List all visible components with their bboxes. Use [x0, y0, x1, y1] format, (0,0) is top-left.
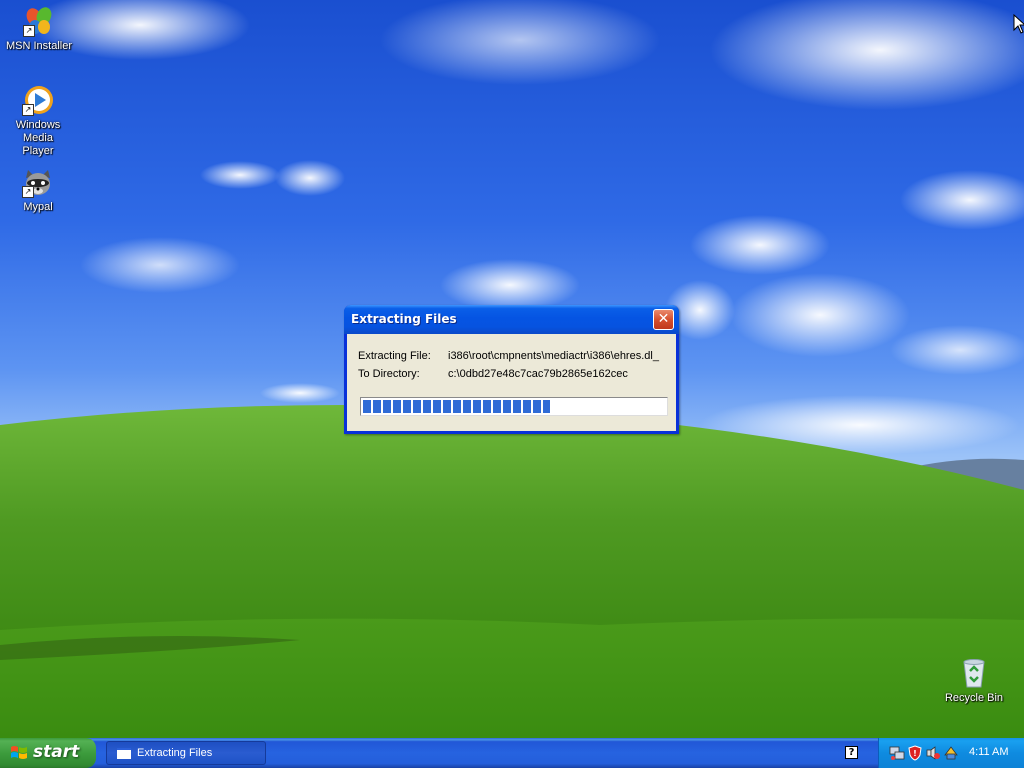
extracting-file-label: Extracting File:	[358, 350, 431, 362]
to-directory-label: To Directory:	[358, 368, 420, 380]
taskbar-button-label: Extracting Files	[137, 747, 213, 759]
start-label: start	[33, 742, 80, 762]
extraction-progress-bar	[360, 397, 668, 416]
network-icon[interactable]	[889, 745, 905, 761]
start-button[interactable]: start	[0, 738, 96, 768]
to-directory-value: c:\0dbd27e48c7cac79b2865e162cec	[448, 368, 628, 380]
msn-butterfly-icon: ↗	[23, 5, 55, 37]
taskbar: start Extracting Files ? ! 4:11 AM	[0, 738, 1024, 768]
volume-icon[interactable]	[925, 745, 941, 761]
desktop-icon-recycle-bin[interactable]: Recycle Bin	[936, 657, 1012, 705]
window-icon	[117, 748, 131, 759]
update-icon[interactable]	[943, 745, 959, 761]
windows-flag-icon	[11, 746, 27, 759]
recycle-bin-icon	[958, 657, 990, 689]
progress-fill	[363, 400, 550, 413]
extracting-file-value: i386\root\cmpnents\mediactr\i386\ehres.d…	[448, 350, 659, 362]
svg-text:!: !	[913, 749, 917, 758]
clock[interactable]: 4:11 AM	[969, 746, 1009, 758]
desktop-icon-label: Recycle Bin	[944, 692, 1004, 704]
desktop-icon-mypal[interactable]: ↗ Mypal	[0, 166, 76, 214]
extracting-files-dialog: Extracting Files ✕ Extracting File: i386…	[344, 305, 679, 434]
security-shield-icon[interactable]: !	[907, 745, 923, 761]
media-player-icon: ↗	[22, 84, 54, 116]
dialog-titlebar[interactable]: Extracting Files ✕	[344, 305, 679, 334]
desktop-icon-label: Mypal	[23, 201, 53, 213]
dialog-body: Extracting File: i386\root\cmpnents\medi…	[347, 334, 676, 431]
desktop-icon-msn-installer[interactable]: ↗ MSN Installer	[1, 5, 77, 53]
desktop-icon-windows-media-player[interactable]: ↗ Windows Media Player	[0, 84, 76, 158]
shortcut-arrow-icon: ↗	[22, 104, 34, 116]
mypal-raccoon-icon: ↗	[22, 166, 54, 198]
desktop-icon-label: MSN Installer	[5, 40, 73, 52]
dialog-title: Extracting Files	[351, 312, 457, 326]
taskbar-button-extracting-files[interactable]: Extracting Files	[106, 741, 266, 765]
desktop-icon-label: Player	[22, 145, 54, 157]
close-button[interactable]: ✕	[653, 309, 674, 330]
mouse-cursor-icon	[1013, 14, 1024, 34]
shortcut-arrow-icon: ↗	[23, 25, 35, 37]
close-icon: ✕	[657, 311, 670, 327]
help-icon[interactable]: ?	[845, 746, 858, 759]
shortcut-arrow-icon: ↗	[22, 186, 34, 198]
system-tray: ! 4:11 AM	[878, 738, 1024, 768]
desktop-icon-label: Windows Media	[15, 119, 61, 144]
